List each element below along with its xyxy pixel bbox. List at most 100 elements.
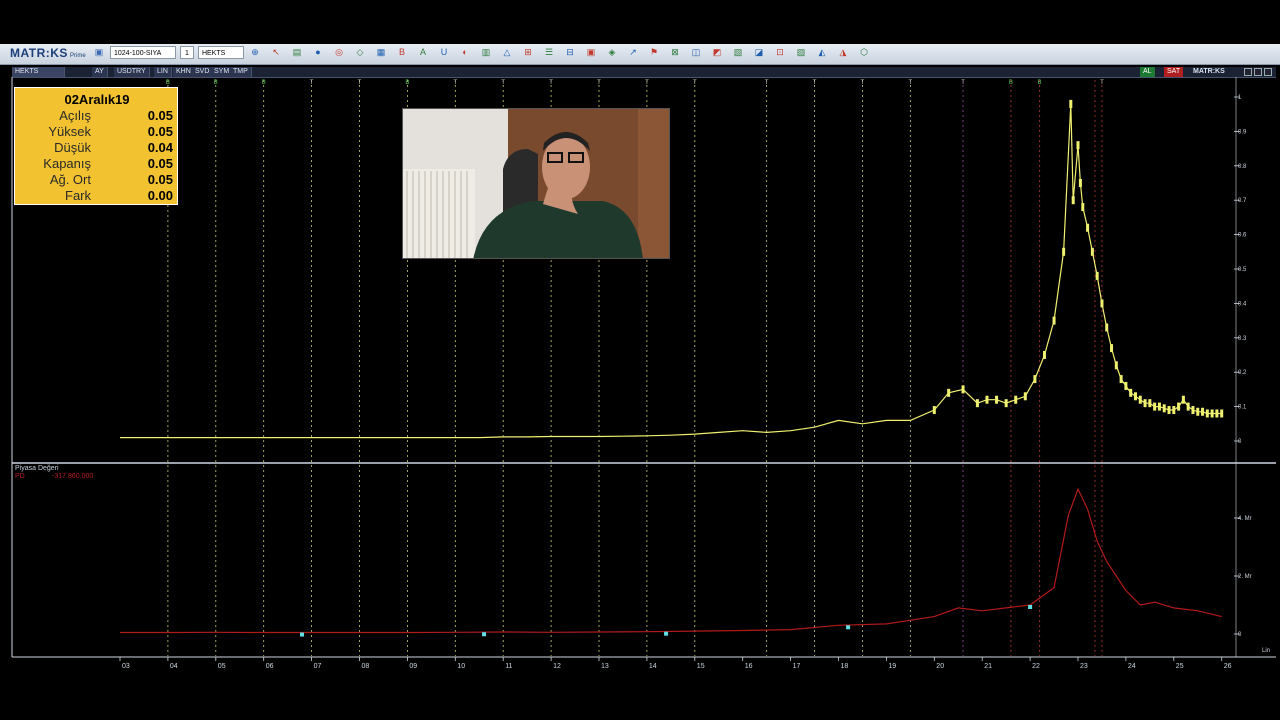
signal-label: B [214,80,218,86]
market-value-marker [846,625,851,630]
xtick-label: 21 [984,663,992,670]
market-value-line [120,487,1222,634]
signal-label: B [262,80,266,86]
xtick-label: 18 [841,663,849,670]
signal-label: B [405,80,409,86]
market-value-marker [482,632,487,637]
xtick-label: 13 [601,663,609,670]
info-label-high: Yüksek [48,124,91,139]
signal-label: T [961,80,965,86]
xtick-label: 10 [457,663,465,670]
info-value-wavg: 0.05 [147,172,173,187]
signal-label: T [909,80,913,86]
lower-panel-indicator: PD [15,473,25,480]
xtick-label: 08 [362,663,370,670]
xtick-label: 03 [122,663,130,670]
price-candle [1181,395,1185,404]
info-label-close: Kapanış [43,156,91,171]
xtick-label: 24 [1128,663,1136,670]
signal-label: T [693,80,697,86]
xtick-label: 23 [1080,663,1088,670]
price-candle [1133,392,1137,401]
price-candle [1191,406,1195,415]
price-candle [1162,404,1166,413]
webcam-image [403,109,669,258]
price-candle [961,385,965,394]
xtick-label: 20 [936,663,944,670]
price-candle [1196,407,1200,416]
xtick-label: 15 [697,663,705,670]
info-value-diff: 0.00 [147,188,173,203]
price-candle [947,388,951,397]
price-candle [1177,402,1181,411]
price-candle [1215,409,1219,418]
ytick-label: 0.8 [1238,164,1247,170]
signal-label: T [310,80,314,86]
signal-label: B [166,80,170,86]
xtick-label: 12 [553,663,561,670]
signal-label: T [1100,80,1104,86]
price-candle [1201,407,1205,416]
price-candle [1148,399,1152,408]
signal-label: T [813,80,817,86]
market-value-marker [300,632,305,637]
lower-ytick-label: 4. Mr [1238,516,1252,522]
xtick-label: 22 [1032,663,1040,670]
price-candle [1143,399,1147,408]
ytick-label: 0.4 [1238,301,1247,307]
price-candle [1153,402,1157,411]
signal-label: B [1038,80,1042,86]
scale-mode-label: Lin [1262,648,1270,654]
price-candle [1069,99,1073,108]
lower-panel-indicator-value: -317.860.000 [52,473,94,480]
price-candle [1167,406,1171,415]
signal-label: T [453,80,457,86]
ohlc-info-box: 02Aralık19 Açılış 0.05 Yüksek 0.05 Düşük… [14,87,178,205]
price-candle [1071,196,1075,205]
ytick-label: 0.9 [1238,129,1247,135]
info-value-high: 0.05 [147,124,173,139]
xtick-label: 26 [1224,663,1232,670]
price-series-line [120,103,1222,439]
price-candle [985,395,989,404]
price-candle [1042,351,1046,359]
lower-ytick-label: 2. Mr [1238,574,1252,580]
price-candle [1138,395,1142,404]
market-value-marker [664,631,669,636]
info-label-diff: Fark [65,188,91,203]
price-candle [1095,271,1099,280]
price-candle [1172,406,1176,415]
price-candle [1086,223,1090,232]
xtick-label: 09 [409,663,417,670]
price-candle [1220,409,1224,418]
info-date: 02Aralık19 [64,92,130,107]
xtick-label: 14 [649,663,657,670]
signal-label: T [358,80,362,86]
info-value-close: 0.05 [147,156,173,171]
price-candle [1052,316,1056,325]
price-candle [1004,399,1008,408]
price-candle [1129,388,1133,397]
signal-label: T [501,80,505,86]
xtick-label: 05 [218,663,226,670]
info-label-wavg: Ağ. Ort [49,172,91,187]
ytick-label: 0.6 [1238,233,1247,239]
price-candle [1119,375,1123,384]
signal-label: T [597,80,601,86]
xtick-label: 07 [314,663,322,670]
price-candle [1078,179,1082,187]
price-candle [1105,323,1109,332]
chart-application: MATR:KS Prime ▣ 1024-100-SIYA 1 HEKTS ⊕ ↖… [0,44,1280,672]
ytick-label: 0 [1238,439,1242,445]
xtick-label: 11 [505,663,512,670]
price-candle [932,406,936,415]
xtick-label: 19 [888,663,896,670]
signal-label: T [765,80,769,86]
xtick-label: 25 [1176,663,1184,670]
price-candle [1081,203,1085,212]
market-value-marker [1028,605,1033,609]
ytick-label: 0.2 [1238,370,1247,376]
price-candle [1090,247,1094,256]
price-candle [1110,344,1114,353]
xtick-label: 04 [170,663,178,670]
